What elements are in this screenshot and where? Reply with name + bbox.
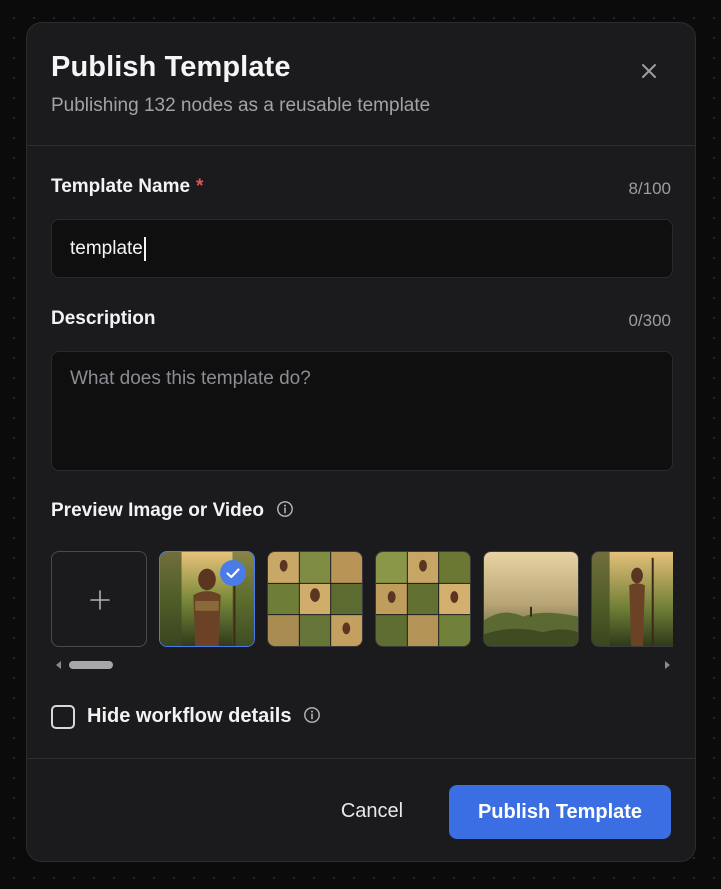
jungle-warrior-grid-1-image [268,552,362,646]
preview-label: Preview Image or Video [51,500,294,522]
hide-workflow-label-text: Hide workflow details [87,705,292,727]
description-label: Description [51,308,156,329]
preview-label-text: Preview Image or Video [51,500,264,521]
thumbnail-scrollbar[interactable] [51,657,673,673]
jungle-warrior-grid-2-image [376,552,470,646]
preview-thumbnail-2[interactable] [267,551,363,647]
template-name-label: Template Name * [51,176,203,198]
description-textarea[interactable]: What does this template do? [51,351,673,471]
description-counter: 0/300 [628,311,671,330]
close-icon[interactable] [637,59,661,83]
publish-template-button[interactable]: Publish Template [449,785,671,839]
add-preview-button[interactable] [51,551,147,647]
hide-workflow-checkbox[interactable] [51,705,75,729]
preview-thumbnail-3[interactable] [375,551,471,647]
selected-check-icon [220,560,246,586]
info-icon[interactable] [303,706,321,724]
preview-thumbnail-strip [51,551,673,647]
plus-icon [90,590,110,610]
preview-thumbnail-1[interactable] [159,551,255,647]
text-caret [143,236,146,261]
preview-thumbnail-5[interactable] [591,551,673,647]
scrollbar-thumb[interactable] [69,661,113,669]
description-placeholder: What does this template do? [70,368,311,389]
preview-thumbnail-4[interactable] [483,551,579,647]
template-name-label-text: Template Name [51,176,191,197]
hide-workflow-label: Hide workflow details [87,705,321,728]
info-icon[interactable] [276,500,294,518]
scroll-left-icon[interactable] [55,661,63,669]
required-mark: * [196,176,204,197]
dialog-subtitle: Publishing 132 nodes as a reusable templ… [51,95,431,116]
template-name-value: template [70,238,143,259]
template-name-counter: 8/100 [628,179,671,198]
dialog-title: Publish Template [51,51,291,83]
publish-template-dialog: Publish Template Publishing 132 nodes as… [26,22,696,862]
jungle-warrior-standing-image [592,552,673,646]
cancel-button[interactable]: Cancel [319,785,425,837]
scroll-right-icon[interactable] [663,661,671,669]
misty-jungle-landscape-image [484,552,578,646]
dialog-footer: Cancel Publish Template [27,758,695,861]
template-name-input[interactable]: template [51,219,673,278]
dialog-header: Publish Template Publishing 132 nodes as… [27,23,695,146]
